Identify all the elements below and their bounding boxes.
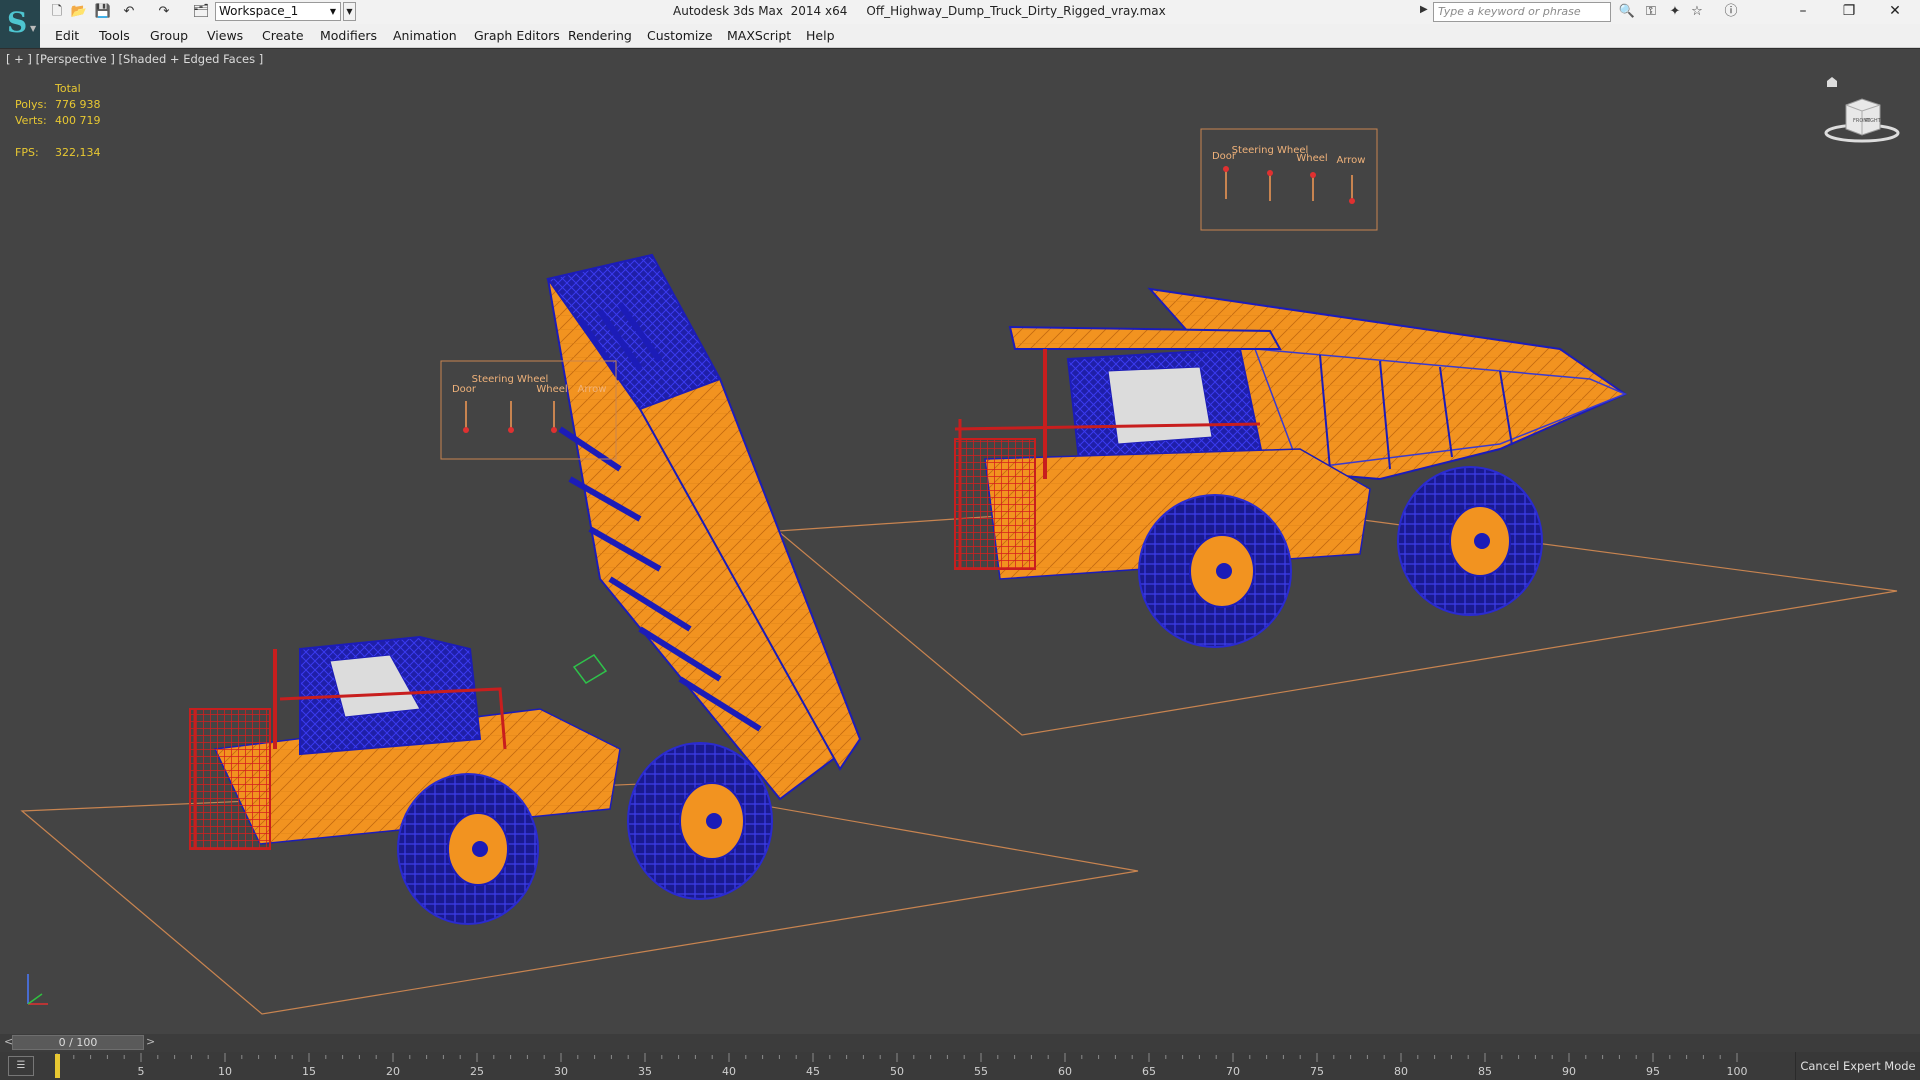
ruler-label: 65	[1142, 1065, 1156, 1078]
menu-rendering[interactable]: Rendering	[568, 28, 632, 43]
search-input[interactable]: Type a keyword or phrase	[1433, 2, 1611, 22]
window-title: Autodesk 3ds Max 2014 x64 Off_Highway_Du…	[673, 4, 1166, 18]
rig-wheel-label: Wheel	[536, 384, 567, 395]
menu-views[interactable]: Views	[207, 28, 243, 43]
ruler-label: 85	[1478, 1065, 1492, 1078]
rig-steering-handle[interactable]	[508, 427, 514, 433]
menu-tools[interactable]: Tools	[99, 28, 130, 43]
open-file-icon[interactable]: 📂	[70, 3, 88, 21]
rig-arrow-label-2: Arrow	[1337, 155, 1366, 166]
project-folder-icon[interactable]: 🗂	[192, 3, 210, 21]
rig-steering-handle-2[interactable]	[1267, 170, 1273, 176]
menu-create[interactable]: Create	[262, 28, 304, 43]
menu-graph-editors[interactable]: Graph Editors	[474, 28, 560, 43]
minimize-button[interactable]: –	[1780, 0, 1826, 24]
exchange-icon[interactable]: ✦	[1666, 3, 1684, 21]
time-next-icon[interactable]: >	[146, 1035, 155, 1048]
menu-modifiers[interactable]: Modifiers	[320, 28, 377, 43]
ruler-label: 5	[138, 1065, 145, 1078]
help-icon[interactable]: ⓘ	[1722, 3, 1740, 21]
menu-animation[interactable]: Animation	[393, 28, 457, 43]
ruler-label: 30	[554, 1065, 568, 1078]
right-truck-rear-wheel[interactable]	[1397, 466, 1543, 616]
rig-door-handle[interactable]	[463, 427, 469, 433]
ruler-label: 55	[974, 1065, 988, 1078]
ruler-label: 80	[1394, 1065, 1408, 1078]
dump-truck-raised[interactable]	[189, 253, 862, 925]
chevron-down-icon: ▼	[329, 7, 336, 16]
dump-truck-lowered[interactable]	[954, 287, 1628, 648]
ruler-label: 95	[1646, 1065, 1660, 1078]
ruler-label: 100	[1727, 1065, 1748, 1078]
time-slider-thumb[interactable]: 0 / 100	[12, 1035, 144, 1050]
rig-wheel-handle-2[interactable]	[1310, 172, 1316, 178]
restore-button[interactable]: ❐	[1826, 0, 1872, 24]
rig-arrow-handle-2[interactable]	[1349, 198, 1355, 204]
ruler-label: 35	[638, 1065, 652, 1078]
undo-icon[interactable]: ↶	[120, 3, 138, 21]
rig-door-handle-2[interactable]	[1223, 166, 1229, 172]
right-truck-front-wheel[interactable]	[1138, 494, 1292, 648]
menu-maxscript[interactable]: MAXScript	[727, 28, 791, 43]
menu-edit[interactable]: Edit	[55, 28, 79, 43]
rig-controls-right[interactable]: Door Steering Wheel Wheel Arrow	[1200, 128, 1378, 231]
time-slider[interactable]: < 0 / 100 >	[0, 1034, 1920, 1052]
save-icon[interactable]: 💾	[94, 3, 112, 21]
ruler-label: 10	[218, 1065, 232, 1078]
cancel-expert-mode-button[interactable]: Cancel Expert Mode	[1795, 1052, 1920, 1080]
frame-ruler[interactable]: 0510152025303540455055606570758085909510…	[55, 1052, 1755, 1080]
app-menu-button[interactable]: S ▼	[0, 0, 40, 48]
chevron-down-icon: ▼	[30, 24, 37, 33]
ruler-label: 60	[1058, 1065, 1072, 1078]
rig-wheel-label-2: Wheel	[1296, 153, 1327, 164]
ruler-label: 50	[890, 1065, 904, 1078]
workspace-select[interactable]: Workspace_1 ▼	[215, 2, 341, 21]
ruler-label: 45	[806, 1065, 820, 1078]
close-button[interactable]: ✕	[1872, 0, 1918, 24]
axis-tripod-icon	[27, 974, 48, 1005]
ruler-label: 15	[302, 1065, 316, 1078]
redo-icon[interactable]: ↷	[155, 3, 173, 21]
ruler-label: 40	[722, 1065, 736, 1078]
ruler-label: 20	[386, 1065, 400, 1078]
new-file-icon[interactable]: 🗋	[48, 3, 66, 21]
rig-arrow-label: Arrow	[578, 384, 607, 395]
ruler-label: 75	[1310, 1065, 1324, 1078]
3dsmax-logo-icon: S	[7, 6, 28, 39]
rig-wheel-handle[interactable]	[551, 427, 557, 433]
perspective-viewport[interactable]: [ + ] [Perspective ] [Shaded + Edged Fac…	[0, 48, 1920, 1033]
scene-3d-objects[interactable]: Door Steering Wheel Wheel Arrow Door Ste…	[0, 49, 1920, 1033]
left-truck-rear-wheel[interactable]	[627, 742, 773, 900]
menu-customize[interactable]: Customize	[647, 28, 713, 43]
binoculars-icon[interactable]: 🔍	[1618, 3, 1636, 21]
search-expand-icon[interactable]: ▶	[1420, 4, 1428, 15]
track-bar[interactable]: ☰ 05101520253035404550556065707580859095…	[0, 1052, 1920, 1080]
key-icon[interactable]: ⚿	[1642, 3, 1660, 21]
menu-bar: Edit Tools Group Views Create Modifiers …	[40, 24, 1920, 48]
ruler-label: 25	[470, 1065, 484, 1078]
workspace-value: Workspace_1	[219, 4, 299, 18]
workspace-menu-button[interactable]: ▼	[343, 2, 356, 21]
favorites-icon[interactable]: ☆	[1688, 3, 1706, 21]
mini-curve-editor-icon[interactable]: ☰	[8, 1056, 34, 1076]
search-placeholder: Type a keyword or phrase	[1438, 5, 1581, 18]
ruler-label: 70	[1226, 1065, 1240, 1078]
menu-group[interactable]: Group	[150, 28, 188, 43]
menu-help[interactable]: Help	[806, 28, 835, 43]
rig-door-label: Door	[452, 384, 477, 395]
left-truck-front-wheel[interactable]	[397, 773, 539, 925]
title-bar: 🗋 📂 💾 ↶ ↷ 🗂 Workspace_1 ▼ ▼ Autodesk 3ds…	[0, 0, 1920, 24]
current-frame-marker[interactable]	[55, 1054, 60, 1078]
ruler-label: 90	[1562, 1065, 1576, 1078]
